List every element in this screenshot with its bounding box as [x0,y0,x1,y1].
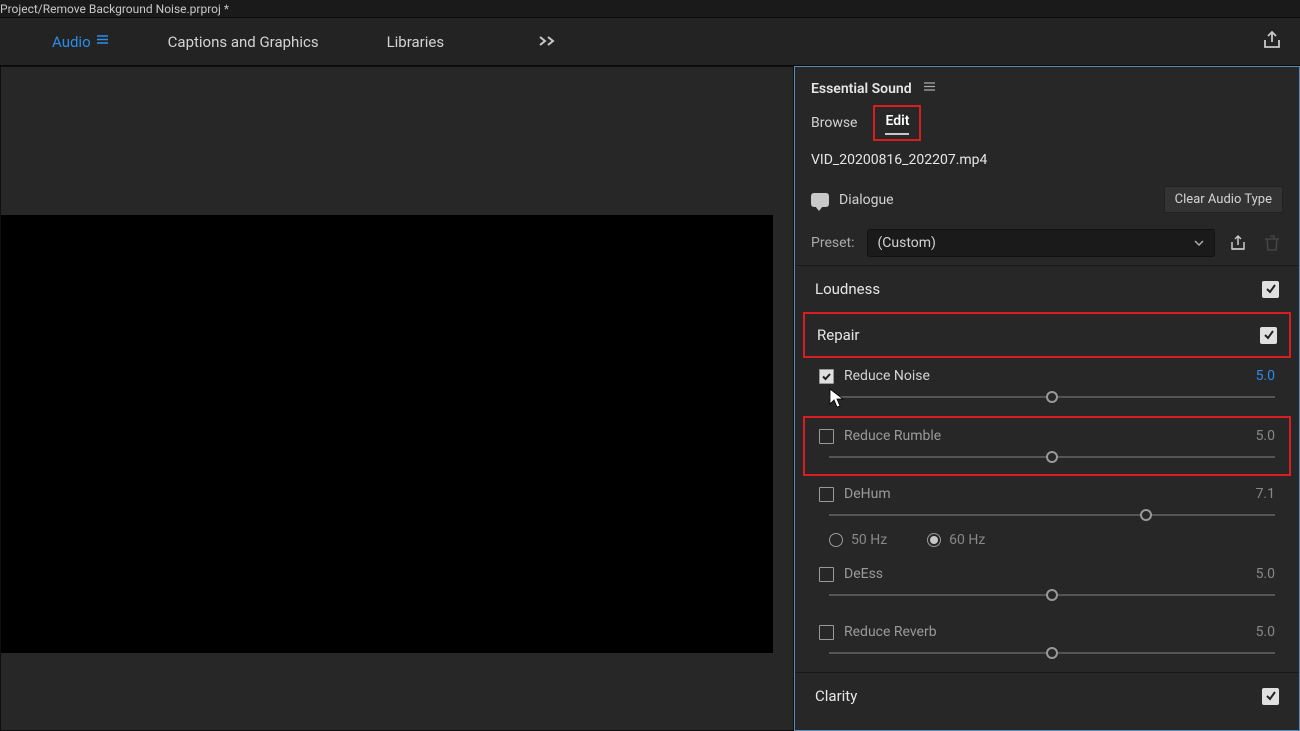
reduce-reverb-control: Reduce Reverb 5.0 [795,614,1299,672]
panel-menu-icon[interactable] [922,79,937,98]
highlight-reduce-rumble: Reduce Rumble 5.0 [803,416,1291,476]
tab-edit[interactable]: Edit [885,109,909,135]
reduce-rumble-checkbox[interactable] [819,429,834,444]
reduce-reverb-slider-thumb[interactable] [1046,647,1058,659]
title-bar: Project/Remove Background Noise.prproj * [0,0,1300,18]
clarity-section[interactable]: Clarity [795,672,1299,719]
reduce-rumble-value[interactable]: 5.0 [1256,428,1275,444]
reduce-noise-value[interactable]: 5.0 [1256,368,1275,384]
delete-preset-icon[interactable] [1261,232,1283,254]
dehum-control: DeHum 7.1 [795,476,1299,522]
preset-label: Preset: [811,235,855,251]
loudness-section[interactable]: Loudness [795,265,1299,312]
hz-50-radio[interactable]: 50 Hz [829,532,887,548]
export-icon[interactable] [1262,30,1282,54]
deess-control: DeEss 5.0 [795,556,1299,614]
deess-checkbox[interactable] [819,567,834,582]
dialogue-icon [811,193,829,207]
overflow-icon[interactable] [538,32,556,51]
dehum-slider[interactable] [829,514,1275,516]
reduce-reverb-value[interactable]: 5.0 [1256,624,1275,640]
chevron-down-icon [1194,238,1204,249]
preset-dropdown[interactable]: (Custom) [867,229,1216,257]
essential-sound-panel: Essential Sound Browse Edit VID_20200816… [794,66,1300,731]
dehum-label: DeHum [844,486,1256,502]
reduce-noise-checkbox[interactable] [819,369,834,384]
clear-audio-type-button[interactable]: Clear Audio Type [1164,186,1283,213]
program-monitor [0,66,794,731]
deess-value[interactable]: 5.0 [1256,566,1275,582]
hz-60-radio[interactable]: 60 Hz [927,532,985,548]
audio-type: Dialogue [839,192,1154,208]
deess-label: DeEss [844,566,1256,582]
reduce-rumble-slider-thumb[interactable] [1046,451,1058,463]
reduce-reverb-slider[interactable] [829,652,1275,654]
loudness-checkbox[interactable] [1262,281,1279,298]
highlight-edit-tab: Edit [873,105,921,141]
workspace-menu-bar: Audio Captions and Graphics Libraries [0,18,1300,66]
save-preset-icon[interactable] [1227,232,1249,254]
cursor-icon [829,388,845,408]
reduce-rumble-label: Reduce Rumble [844,428,1256,444]
deess-slider[interactable] [829,594,1275,596]
project-title: Project/Remove Background Noise.prproj * [0,2,229,16]
reduce-noise-slider-thumb[interactable] [1046,391,1058,403]
repair-checkbox[interactable] [1260,327,1277,344]
reduce-reverb-label: Reduce Reverb [844,624,1256,640]
hamburger-icon[interactable] [95,32,110,51]
reduce-noise-slider[interactable] [829,396,1275,398]
workspace-libraries[interactable]: Libraries [373,18,459,65]
dehum-checkbox[interactable] [819,487,834,502]
panel-title: Essential Sound [811,81,912,97]
reduce-noise-control: Reduce Noise 5.0 [795,358,1299,416]
reduce-reverb-checkbox[interactable] [819,625,834,640]
tab-browse[interactable]: Browse [811,111,857,135]
clip-filename: VID_20200816_202207.mp4 [795,138,1299,178]
dehum-slider-thumb[interactable] [1140,509,1152,521]
dehum-value[interactable]: 7.1 [1256,486,1275,502]
reduce-noise-label: Reduce Noise [844,368,1256,384]
video-preview [1,215,773,653]
reduce-rumble-slider[interactable] [829,456,1275,458]
workspace-captions[interactable]: Captions and Graphics [154,18,333,65]
deess-slider-thumb[interactable] [1046,589,1058,601]
workspace-audio[interactable]: Audio [38,18,124,65]
repair-section-header[interactable]: Repair [803,312,1291,358]
clarity-checkbox[interactable] [1262,688,1279,705]
